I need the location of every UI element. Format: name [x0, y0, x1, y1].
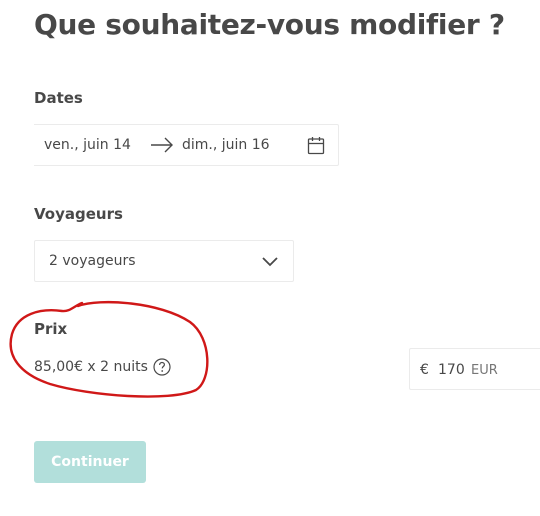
travellers-select[interactable]: 2 voyageurs [34, 240, 294, 282]
dates-label: Dates [34, 89, 83, 107]
price-label: Prix [34, 320, 68, 338]
check-out-date[interactable]: dim., juin 16 [182, 137, 270, 153]
price-breakdown-text: 85,00€ x 2 nuits [34, 359, 148, 375]
arrow-right-icon [150, 135, 174, 159]
currency-symbol: € [420, 362, 429, 378]
check-in-date[interactable]: ven., juin 14 [44, 137, 131, 153]
date-range-picker[interactable]: ven., juin 14 dim., juin 16 [34, 124, 339, 166]
price-input[interactable]: € 170 EUR [409, 348, 540, 390]
travellers-value: 2 voyageurs [49, 253, 136, 269]
page-title: Que souhaitez-vous modifier ? [34, 8, 505, 41]
currency-code: EUR [471, 363, 498, 378]
continue-button[interactable]: Continuer [34, 441, 146, 483]
price-value[interactable]: 170 [438, 362, 465, 378]
edit-reservation-page: Que souhaitez-vous modifier ? Dates ven.… [0, 0, 540, 516]
calendar-icon[interactable] [307, 136, 325, 159]
travellers-label: Voyageurs [34, 205, 123, 223]
question-circle-icon[interactable] [153, 358, 171, 376]
price-breakdown: 85,00€ x 2 nuits [34, 358, 171, 376]
chevron-down-icon[interactable] [261, 254, 279, 273]
